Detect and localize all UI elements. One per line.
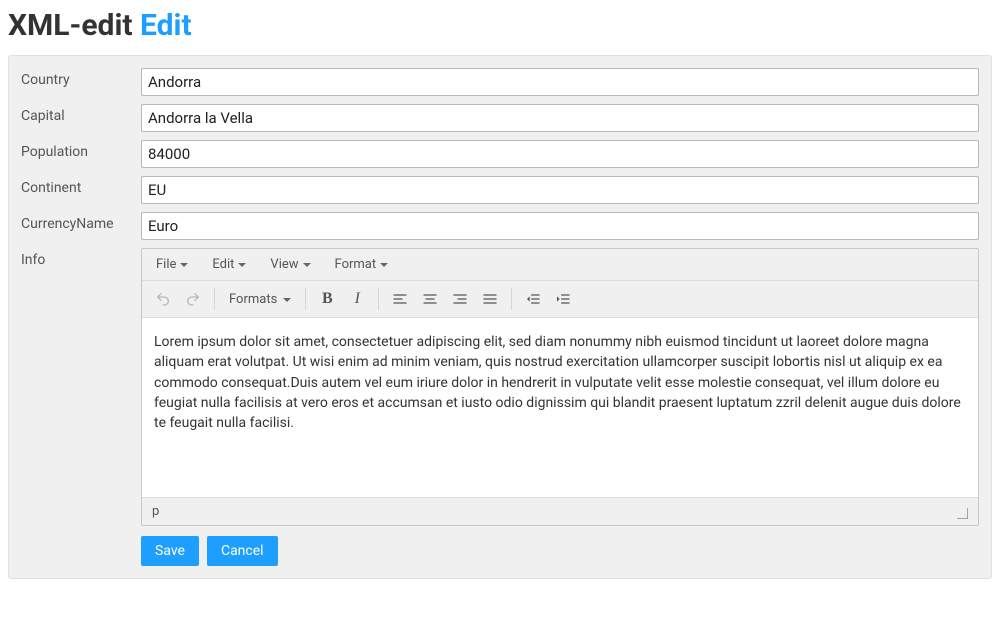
editor-menubar: File Edit View Format (142, 249, 978, 281)
bold-button[interactable]: B (312, 285, 342, 313)
page-title: XML-edit Edit (8, 8, 992, 43)
input-currency-name[interactable] (141, 212, 979, 240)
save-button[interactable]: Save (141, 536, 199, 566)
menu-edit[interactable]: Edit (208, 255, 250, 274)
editor-element-path[interactable]: p (152, 504, 159, 519)
menu-file[interactable]: File (152, 255, 192, 274)
formats-dropdown[interactable]: Formats (221, 288, 299, 311)
align-center-icon (422, 291, 438, 307)
label-currency-name: CurrencyName (21, 212, 141, 232)
caret-icon (303, 263, 311, 267)
formats-label: Formats (229, 292, 277, 307)
bold-icon: B (322, 290, 333, 308)
align-left-button[interactable] (385, 285, 415, 313)
align-right-button[interactable] (445, 285, 475, 313)
italic-icon: I (355, 290, 360, 308)
caret-icon (380, 263, 388, 267)
caret-icon (180, 263, 188, 267)
redo-icon (185, 291, 201, 307)
redo-button[interactable] (178, 285, 208, 313)
menu-edit-label: Edit (212, 257, 234, 272)
caret-icon (283, 298, 291, 302)
undo-button[interactable] (148, 285, 178, 313)
menu-format-label: Format (335, 257, 377, 272)
label-country: Country (21, 68, 141, 88)
label-capital: Capital (21, 104, 141, 124)
align-justify-button[interactable] (475, 285, 505, 313)
editor-toolbar: Formats B I (142, 281, 978, 318)
align-justify-icon (482, 291, 498, 307)
editor-content[interactable]: Lorem ipsum dolor sit amet, consectetuer… (142, 318, 978, 498)
outdent-button[interactable] (518, 285, 548, 313)
edit-form: Country Capital Population Continent Cur… (8, 55, 992, 579)
undo-icon (155, 291, 171, 307)
page-name: Edit (140, 8, 192, 43)
toolbar-separator (214, 288, 215, 310)
indent-icon (555, 291, 571, 307)
toolbar-separator (305, 288, 306, 310)
editor-statusbar: p (142, 498, 978, 525)
input-country[interactable] (141, 68, 979, 96)
label-population: Population (21, 140, 141, 160)
input-population[interactable] (141, 140, 979, 168)
label-continent: Continent (21, 176, 141, 196)
align-right-icon (452, 291, 468, 307)
cancel-button[interactable]: Cancel (207, 536, 278, 566)
menu-format[interactable]: Format (331, 255, 393, 274)
label-info: Info (21, 248, 141, 268)
menu-view[interactable]: View (266, 255, 314, 274)
outdent-icon (525, 291, 541, 307)
menu-view-label: View (270, 257, 298, 272)
input-continent[interactable] (141, 176, 979, 204)
toolbar-separator (511, 288, 512, 310)
italic-button[interactable]: I (342, 285, 372, 313)
align-left-icon (392, 291, 408, 307)
indent-button[interactable] (548, 285, 578, 313)
caret-icon (238, 263, 246, 267)
align-center-button[interactable] (415, 285, 445, 313)
menu-file-label: File (156, 257, 176, 272)
toolbar-separator (378, 288, 379, 310)
resize-handle[interactable] (954, 505, 968, 519)
rich-text-editor: File Edit View Format Formats (141, 248, 979, 526)
input-capital[interactable] (141, 104, 979, 132)
app-name: XML-edit (8, 8, 133, 43)
